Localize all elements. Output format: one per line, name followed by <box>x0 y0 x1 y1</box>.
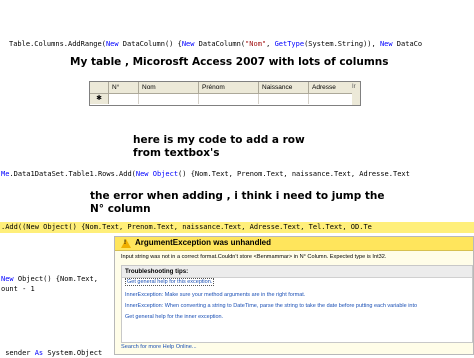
exception-dialog-titlebar[interactable]: ! ArgumentException was unhandled <box>115 237 473 251</box>
cell-prenom[interactable] <box>199 94 259 104</box>
tip-link-datetime-parse[interactable]: InnerException: When converting a string… <box>125 303 417 309</box>
next-column-fragment: Ir <box>352 81 361 106</box>
tip-link-inner-exception-help[interactable]: Get general help for the inner exception… <box>125 314 223 320</box>
troubleshooting-panel: Troubleshooting tips: Get general help f… <box>121 265 473 343</box>
column-header-numero[interactable]: N° <box>109 82 139 93</box>
table-caption: My table , Micorosft Access 2007 with lo… <box>70 56 389 68</box>
cell-numero[interactable] <box>109 94 139 104</box>
code-line-rows-add: Me.Data1DataSet.Table1.Rows.Add(New Obje… <box>1 170 410 178</box>
code-line-highlighted: .Add((New Object() {Nom.Text, Prenom.Tex… <box>1 223 372 231</box>
cell-naissance[interactable] <box>259 94 309 104</box>
column-header-prenom[interactable]: Prénom <box>199 82 259 93</box>
tip-link-argument-format[interactable]: InnerException: Make sure your method ar… <box>125 292 305 298</box>
code-line-sender: sender As System.Object <box>1 349 103 357</box>
new-record-icon[interactable]: ✱ <box>90 94 109 104</box>
code-caption-line1: here is my code to add a row <box>133 134 305 146</box>
search-help-online-link[interactable]: Search for more Help Online... <box>121 344 197 350</box>
column-header-adresse[interactable]: Adresse <box>309 82 353 93</box>
new-record-row[interactable]: ✱ <box>90 94 353 104</box>
cell-adresse[interactable] <box>309 94 353 104</box>
column-header-nom[interactable]: Nom <box>139 82 199 93</box>
error-caption-line1: the error when adding , i think i need t… <box>90 190 385 202</box>
code-line-count: ount - 1 <box>1 285 35 293</box>
troubleshooting-header: Troubleshooting tips: <box>122 266 472 278</box>
access-datasheet: N° Nom Prénom Naissance Adresse ✱ <box>89 81 354 106</box>
exception-dialog: ! ArgumentException was unhandled Input … <box>114 236 474 355</box>
cell-nom[interactable] <box>139 94 199 104</box>
datasheet-header: N° Nom Prénom Naissance Adresse <box>90 82 353 94</box>
header-spacer <box>90 82 109 93</box>
warning-exclamation: ! <box>124 240 126 246</box>
column-header-naissance[interactable]: Naissance <box>259 82 309 93</box>
code-caption-line2: from textbox's <box>133 147 220 159</box>
exception-title: ArgumentException was unhandled <box>135 238 272 247</box>
tip-link-general-help[interactable]: Get general help for this exception. <box>125 278 215 286</box>
error-caption-line2: N° column <box>90 203 151 215</box>
code-line-addrange: Table.Columns.AddRange(New DataColumn() … <box>9 40 423 48</box>
code-line-new-object: New Object() {Nom.Text, <box>1 275 98 283</box>
warning-icon <box>121 239 131 248</box>
exception-message: Input string was not in a correct format… <box>121 254 387 260</box>
